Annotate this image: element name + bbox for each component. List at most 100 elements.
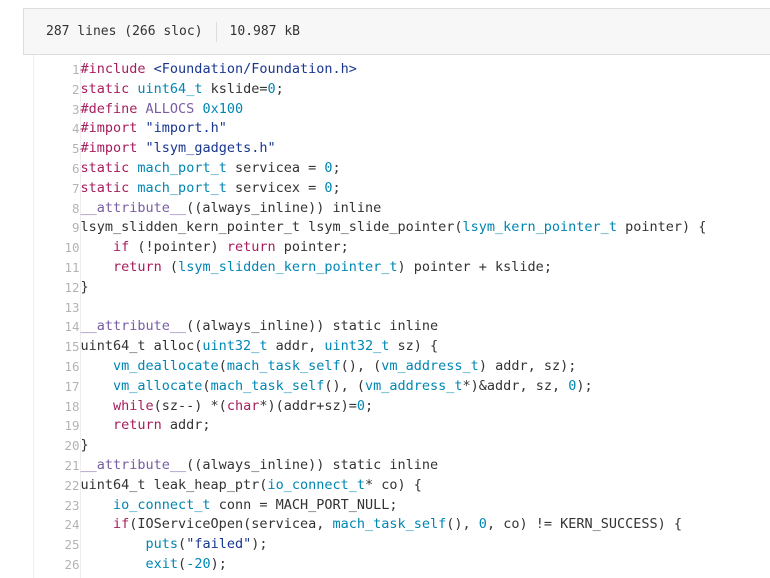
code-line: 11 return (lsym_slidden_kern_pointer_t) …: [34, 257, 706, 278]
code-segment: "failed": [186, 536, 252, 553]
code-line-content: io_connect_t conn = MACH_PORT_NULL;: [80, 496, 706, 516]
line-number[interactable]: 21: [34, 455, 81, 476]
line-number[interactable]: 13: [34, 297, 81, 318]
code-line-content: #import "lsym_gadgets.h": [80, 139, 706, 159]
code-segment: 0: [324, 159, 333, 176]
line-number[interactable]: 9: [34, 218, 81, 239]
code-line: 26 exit(-20);: [34, 554, 706, 575]
file-size-info: 10.987 kB: [229, 24, 300, 39]
code-segment: (: [218, 357, 227, 374]
code-line-content: __attribute__((always_inline)) static in…: [80, 456, 706, 476]
code-line: 9 lsym_slidden_kern_pointer_t lsym_slide_…: [34, 218, 707, 239]
code-segment: );: [576, 377, 593, 394]
line-number[interactable]: 2: [34, 79, 81, 100]
line-number[interactable]: 7: [34, 178, 81, 199]
code-table: 1 #include <Foundation/Foundation.h> 2 stat…: [34, 60, 706, 578]
code-segment: (), (: [340, 357, 382, 374]
code-segment: 0: [356, 397, 366, 414]
code-segment: return: [113, 417, 162, 434]
code-line: 22 uint64_t leak_heap_ptr(io_connect_t* c…: [34, 475, 706, 496]
code-segment: conn = MACH_PORT_NULL;: [210, 496, 398, 513]
line-number[interactable]: 3: [34, 99, 81, 120]
code-segment: 0: [478, 516, 487, 533]
code-line-content: vm_allocate(mach_task_self(), (vm_addres…: [80, 377, 706, 397]
code-segment: mach_task_self: [226, 357, 341, 374]
file-info-divider: [215, 21, 217, 42]
line-number[interactable]: 18: [34, 396, 81, 417]
line-number[interactable]: 16: [34, 356, 81, 377]
code-segment: ALLOCS: [145, 100, 195, 117]
line-number[interactable]: 17: [34, 376, 81, 397]
line-number[interactable]: 12: [34, 277, 81, 298]
code-segment: sz) {: [389, 338, 439, 355]
code-segment: ;: [332, 179, 341, 196]
code-segment: lsym_slidden_kern_pointer_t lsym_slide_p…: [80, 219, 463, 236]
line-number[interactable]: 11: [34, 257, 81, 278]
code-line: 17 vm_allocate(mach_task_self(), (vm_add…: [34, 376, 706, 397]
code-segment: (),: [446, 516, 479, 533]
code-line: 21 __attribute__((always_inline)) static …: [34, 455, 706, 476]
code-segment: mach_task_self: [210, 377, 325, 394]
line-number[interactable]: 4: [34, 119, 81, 140]
code-segment: ((always_inline)) inline: [186, 199, 382, 216]
code-segment: -20: [186, 555, 211, 572]
code-segment: vm_address_t: [381, 357, 479, 374]
code-segment: static: [80, 159, 130, 176]
code-line: 12}: [34, 277, 706, 298]
line-number[interactable]: 22: [34, 475, 81, 496]
code-line-content: __attribute__((always_inline)) inline: [80, 199, 706, 219]
code-line: 24 if(IOServiceOpen(servicea, mach_task_…: [34, 515, 706, 536]
code-line-content: while(sz--) *(char*)(addr+sz)=0;: [80, 397, 706, 417]
line-number[interactable]: 23: [34, 495, 81, 516]
line-number[interactable]: 25: [34, 535, 81, 555]
file-header: 287 lines (266 sloc) 10.987 kB: [23, 8, 770, 55]
line-number[interactable]: 14: [34, 317, 81, 338]
line-number[interactable]: 10: [34, 238, 81, 258]
code-line-content: static mach_port_t servicex = 0;: [80, 179, 706, 199]
line-number[interactable]: 6: [34, 158, 81, 179]
line-number[interactable]: 8: [34, 198, 81, 219]
code-segment: );: [210, 555, 227, 572]
code-segment: (sz--) *(: [153, 397, 227, 414]
code-line-content: return (lsym_slidden_kern_pointer_t) poi…: [80, 258, 706, 278]
code-segment: (: [178, 536, 187, 553]
code-segment: ;: [332, 159, 341, 176]
code-line-content: uint64_t alloc(uint32_t addr, uint32_t s…: [80, 337, 706, 357]
line-number[interactable]: 1: [34, 60, 81, 80]
code-segment: uint32_t: [324, 338, 390, 355]
line-number[interactable]: 19: [34, 416, 81, 437]
code-segment: ) addr, sz);: [478, 357, 577, 374]
code-segment: }: [80, 278, 89, 295]
code-segment: #define: [80, 100, 138, 117]
code-segment: 0: [267, 80, 276, 97]
code-line: 5 #import "lsym_gadgets.h": [34, 139, 706, 159]
code-segment: vm_address_t: [365, 377, 463, 394]
code-segment: lsym_kern_pointer_t: [462, 219, 617, 236]
code-segment: uint64_t leak_heap_ptr(: [80, 476, 268, 493]
code-segment: char: [226, 397, 260, 414]
code-segment: mach_task_self: [332, 516, 447, 533]
code-segment: if: [113, 516, 130, 533]
code-segment: uint32_t: [202, 338, 268, 355]
line-number[interactable]: 24: [34, 515, 81, 536]
code-line: 19 return addr;: [34, 416, 706, 437]
code-line: 25 puts("failed");: [34, 535, 706, 555]
code-line: 10 if (!pointer) return pointer;: [34, 238, 706, 258]
code-segment: return: [226, 239, 276, 256]
code-segment: vm_deallocate: [113, 357, 219, 374]
code-line-content: #include <Foundation/Foundation.h>: [80, 60, 706, 80]
code-line: 8 __attribute__((always_inline)) inline: [34, 198, 706, 219]
line-number[interactable]: 20: [34, 436, 81, 456]
line-number[interactable]: 26: [34, 554, 81, 575]
line-number[interactable]: 5: [34, 139, 81, 159]
line-number[interactable]: 15: [34, 337, 81, 357]
code-segment: pointer) {: [616, 219, 707, 236]
code-segment: exit: [145, 555, 179, 572]
code-line-content: if (!pointer) return pointer;: [80, 238, 706, 258]
code-segment: addr,: [267, 338, 325, 355]
code-line: 7 static mach_port_t servicex = 0;: [34, 178, 706, 199]
